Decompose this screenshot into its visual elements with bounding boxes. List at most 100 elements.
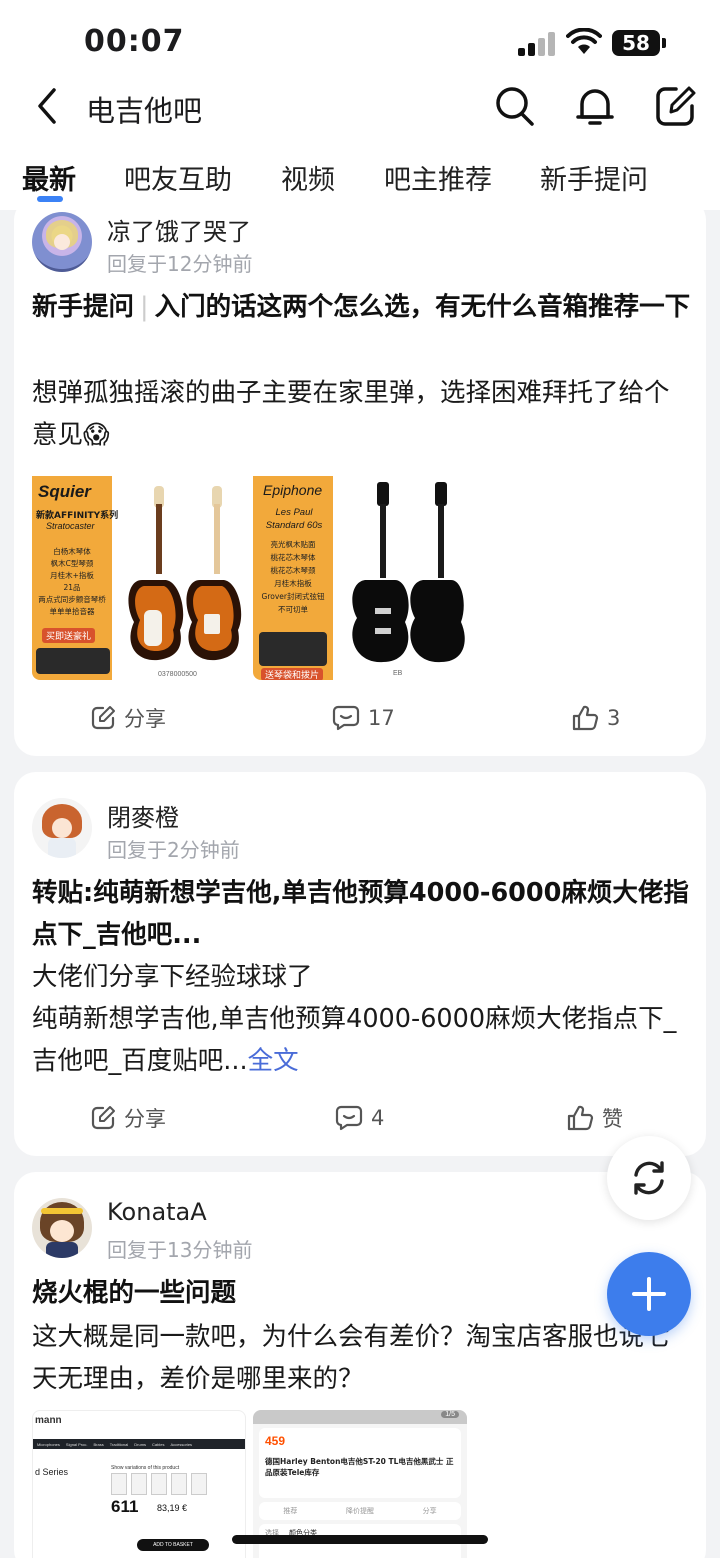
wifi-icon xyxy=(566,28,602,54)
reply-time: 回复于13分钟前 xyxy=(107,1238,253,1262)
comment-button[interactable]: 17 xyxy=(332,698,395,738)
refresh-icon xyxy=(634,1161,664,1195)
reply-time: 回复于12分钟前 xyxy=(107,252,253,276)
battery-nub xyxy=(662,38,666,48)
post-actions: 分享 17 3 xyxy=(14,698,706,738)
post-title[interactable]: 新手提问 | 入门的话这两个怎么选，有无什么音箱推荐一下 xyxy=(32,286,692,328)
image-site-name: mann xyxy=(35,1415,62,1426)
image-spec: 月桂木指板 xyxy=(274,579,312,588)
tab-video[interactable]: 视频 xyxy=(281,158,335,197)
image-spec: 两点式同步颤音琴桥 xyxy=(38,595,106,604)
home-indicator[interactable] xyxy=(232,1535,488,1544)
image-nav-item: Signal Proc. xyxy=(65,1441,88,1447)
plus-icon xyxy=(632,1277,666,1311)
image-brand: Squier xyxy=(38,482,91,501)
image-spec: 桃花芯木琴体 xyxy=(270,553,316,562)
image-page-badge: 1/5 xyxy=(441,1411,459,1418)
tab-newbie-questions[interactable]: 新手提问 xyxy=(540,158,648,197)
image-spec: 桃花芯木琴颈 xyxy=(270,566,316,575)
post-title-text: 入门的话这两个怎么选，有无什么音箱推荐一下 xyxy=(154,292,691,322)
tab-bar: 最新 吧友互助 视频 吧主推荐 新手提问 xyxy=(0,154,720,210)
image-add-to-basket: ADD TO BASKET xyxy=(137,1539,209,1551)
image-series: d Series xyxy=(35,1467,69,1477)
variation-swatches xyxy=(111,1473,207,1495)
accessories-graphic xyxy=(259,632,327,666)
image-spec: 月桂木+指板 xyxy=(50,571,94,580)
image-spec: 21品 xyxy=(63,583,81,592)
comment-icon xyxy=(335,1105,363,1131)
share-label: 分享 xyxy=(124,707,166,731)
avatar[interactable] xyxy=(32,212,92,272)
compose-icon[interactable] xyxy=(654,84,696,128)
post-body[interactable]: 大佬们分享下经验球球了 纯萌新想学吉他,单吉他预算4000-6000麻烦大佬指点… xyxy=(32,956,692,1082)
status-time: 00:07 xyxy=(84,24,185,59)
image-model: Les Paul Standard 60s xyxy=(265,507,323,531)
like-count: 3 xyxy=(607,706,621,730)
image-price-eur: 83,19 € xyxy=(157,1503,188,1513)
cellular-signal-icon xyxy=(518,32,558,56)
post-tag: 新手提问 xyxy=(32,292,135,322)
post-card[interactable]: KonataA 回复于13分钟前 烧火棍的一些问题 这大概是同一款吧，为什么会有… xyxy=(14,1172,706,1558)
refresh-button[interactable] xyxy=(607,1136,691,1220)
image-product-code: 0378000500 xyxy=(158,671,197,678)
image-action: 降价提醒 xyxy=(345,1507,374,1515)
reply-time: 回复于2分钟前 xyxy=(107,838,240,862)
image-nav-item: Microphones xyxy=(37,1441,60,1447)
post-title[interactable]: 转贴:纯萌新想学吉他,单吉他预算4000-6000麻烦大佬指点下_吉他吧... xyxy=(32,872,692,956)
username[interactable]: KonataA xyxy=(107,1198,207,1226)
image-price: 611 xyxy=(111,1497,139,1516)
image-action: 推荐 xyxy=(283,1507,298,1515)
share-icon xyxy=(91,1106,115,1130)
back-icon[interactable] xyxy=(34,86,60,126)
tab-recommended[interactable]: 吧主推荐 xyxy=(384,158,492,197)
image-spec: 枫木C型琴颈 xyxy=(50,559,94,568)
post-body[interactable]: 这大概是同一款吧，为什么会有差价？淘宝店客服也说七天无理由，差价是哪里来的？ xyxy=(32,1316,692,1400)
image-nav-item: Cables xyxy=(152,1441,165,1447)
share-label: 分享 xyxy=(124,1107,166,1131)
share-button[interactable]: 分享 xyxy=(90,698,166,738)
guitar-graphic xyxy=(128,486,242,661)
avatar[interactable] xyxy=(32,798,92,858)
tab-active-indicator xyxy=(37,196,63,202)
avatar[interactable] xyxy=(32,1198,92,1258)
post-card[interactable]: 凉了饿了哭了 回复于12分钟前 新手提问 | 入门的话这两个怎么选，有无什么音箱推荐… xyxy=(14,198,706,756)
image-spec: Grover封闭式弦钮 xyxy=(261,592,325,601)
post-image-epiphone[interactable]: Epiphone Les Paul Standard 60s 亮光枫木贴面 桃花… xyxy=(253,466,467,680)
comment-button[interactable]: 4 xyxy=(335,1098,384,1138)
image-label: Show variations of this product xyxy=(111,1465,180,1471)
post-image-webstore[interactable]: mann Microphones Signal Proc. Brass Trad… xyxy=(32,1410,246,1558)
image-spec: 亮光枫木贴面 xyxy=(270,540,316,549)
post-body[interactable]: 想弹孤独摇滚的曲子主要在家里弹，选择困难拜托了给个意见😱 xyxy=(32,372,692,456)
image-model: Stratocaster xyxy=(46,521,95,531)
post-card[interactable]: 閉麥橙 回复于2分钟前 转贴:纯萌新想学吉他,单吉他预算4000-6000麻烦大… xyxy=(14,772,706,1156)
post-body-text: 大佬们分享下经验球球了 纯萌新想学吉他,单吉他预算4000-6000麻烦大佬指点… xyxy=(32,962,677,1076)
search-icon[interactable] xyxy=(494,84,536,128)
comment-count: 17 xyxy=(368,706,395,730)
tab-latest[interactable]: 最新 xyxy=(22,158,76,197)
like-button[interactable]: 赞 xyxy=(566,1098,623,1138)
username[interactable]: 凉了饿了哭了 xyxy=(107,212,251,247)
image-brand: Epiphone xyxy=(263,482,323,498)
image-price: 459 xyxy=(265,1434,286,1448)
guitar-graphic xyxy=(352,482,465,663)
post-actions: 分享 4 赞 xyxy=(14,1098,706,1138)
battery-indicator: 58 xyxy=(612,30,660,56)
username[interactable]: 閉麥橙 xyxy=(107,798,179,833)
accessories-graphic xyxy=(36,648,110,674)
tag-separator: | xyxy=(140,292,149,322)
post-title[interactable]: 烧火棍的一些问题 xyxy=(32,1272,692,1314)
comment-icon xyxy=(332,705,360,731)
image-desc: 德国Harley Benton电吉他ST-20 TL电吉他黑武士 正品原装Tel… xyxy=(265,1457,454,1477)
image-action: 分享 xyxy=(422,1507,437,1515)
image-promo: 送琴袋和拨片 xyxy=(261,668,324,680)
top-bar: 00:07 58 电吉他吧 最新 吧友互助 视频 吧主推荐 新手提问 xyxy=(0,0,720,210)
read-more-link[interactable]: 全文 xyxy=(248,1046,299,1076)
page-title: 电吉他吧 xyxy=(86,94,203,128)
like-button[interactable]: 3 xyxy=(571,698,620,738)
new-post-button[interactable] xyxy=(607,1252,691,1336)
tab-help[interactable]: 吧友互助 xyxy=(124,158,232,197)
share-button[interactable]: 分享 xyxy=(90,1098,166,1138)
post-image-squier[interactable]: Squier 新款AFFINITY系列 Stratocaster 白杨木琴体 枫… xyxy=(32,466,246,680)
bell-icon[interactable] xyxy=(574,84,616,128)
image-nav-item: Traditional xyxy=(109,1441,129,1447)
